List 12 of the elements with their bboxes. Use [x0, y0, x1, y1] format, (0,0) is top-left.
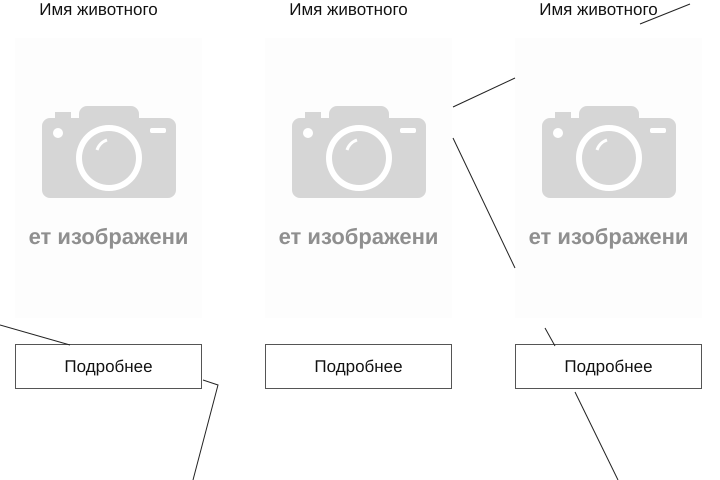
placeholder-text: ет изображени — [28, 224, 188, 250]
placeholder-text: ет изображени — [278, 224, 438, 250]
camera-icon — [292, 106, 426, 198]
camera-icon — [42, 106, 176, 198]
camera-icon — [542, 106, 676, 198]
card-title: Имя животного — [539, 0, 658, 20]
placeholder-text: ет изображени — [528, 224, 688, 250]
details-button[interactable]: Подробнее — [15, 344, 202, 389]
details-button[interactable]: Подробнее — [265, 344, 452, 389]
card-title: Имя животного — [289, 0, 408, 20]
details-button[interactable]: Подробнее — [515, 344, 702, 389]
card-title: Имя животного — [39, 0, 158, 20]
